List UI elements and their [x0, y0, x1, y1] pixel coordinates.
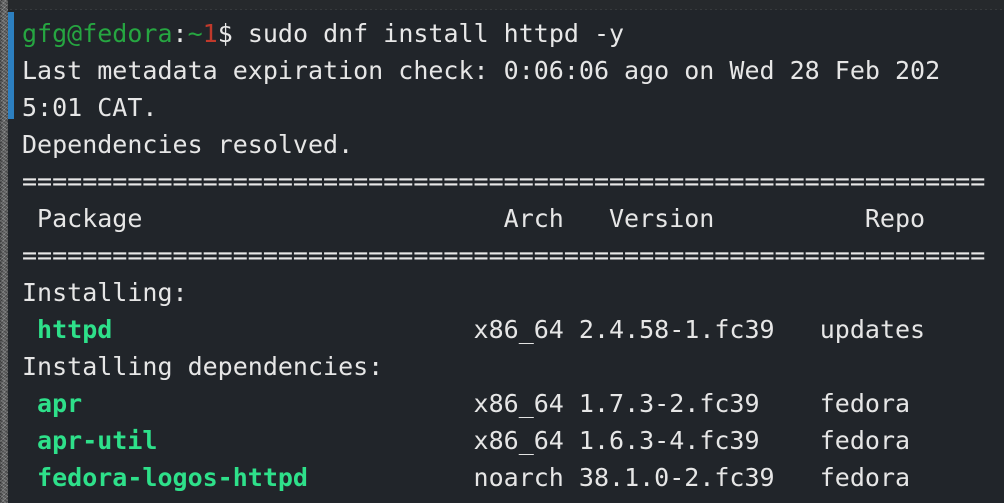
table-header-row: Package Arch Version Repo — [22, 204, 926, 233]
terminal-body[interactable]: gfg@fedora:~1$ sudo dnf install httpd -y… — [8, 10, 1004, 503]
desktop-wallpaper-edge — [0, 0, 8, 503]
package-repo: fedora — [819, 463, 911, 492]
package-arch: x86_64 — [473, 426, 564, 455]
table-row: apr-util x86_64 1.6.3-4.fc39 fedora — [22, 422, 1004, 459]
package-arch: x86_64 — [473, 389, 564, 418]
package-arch-gap — [564, 463, 579, 492]
package-version: 1.7.3-2.fc39 — [578, 389, 820, 418]
prompt-tilde: ~ — [187, 19, 203, 48]
package-arch: x86_64 — [473, 315, 564, 344]
installing-dependencies-label: Installing dependencies: — [22, 352, 384, 381]
metadata-expiration-line: Last metadata expiration check: 0:06:06 … — [22, 56, 941, 85]
table-row: httpd x86_64 2.4.58-1.fc39 updates — [22, 311, 1004, 348]
package-name: fedora-logos-httpd — [22, 463, 474, 492]
package-version: 2.4.58-1.fc39 — [578, 315, 820, 344]
terminal-screenshot: gfg@fedora:~1$ sudo dnf install httpd -y… — [0, 0, 1004, 503]
package-repo: fedora — [819, 426, 911, 455]
package-repo: updates — [819, 315, 926, 344]
installing-label: Installing: — [22, 278, 188, 307]
terminal-output: gfg@fedora:~1$ sudo dnf install httpd -y… — [22, 15, 1004, 496]
package-arch-gap — [564, 426, 579, 455]
package-repo: fedora — [819, 389, 911, 418]
package-arch-gap — [564, 389, 579, 418]
prompt-dollar-sign: $ — [217, 19, 248, 48]
prompt-job-count: 1 — [202, 19, 218, 48]
prompt-colon: : — [172, 19, 188, 48]
selection-marker-bar[interactable] — [8, 12, 14, 119]
prompt-line: gfg@fedora:~1$ sudo dnf install httpd -y — [22, 15, 1004, 52]
table-row: fedora-logos-httpd noarch 38.1.0-2.fc39 … — [22, 459, 1004, 496]
metadata-expiration-wrap: 5:01 CAT. — [22, 93, 158, 122]
table-separator-top: ========================================… — [22, 167, 986, 196]
package-name: httpd — [22, 315, 474, 344]
package-arch-gap — [564, 315, 579, 344]
table-row: apr x86_64 1.7.3-2.fc39 fedora — [22, 385, 1004, 422]
dependencies-resolved-line: Dependencies resolved. — [22, 130, 354, 159]
command-text: sudo dnf install httpd -y — [247, 19, 625, 48]
package-version: 38.1.0-2.fc39 — [578, 463, 820, 492]
package-arch: noarch — [473, 463, 564, 492]
prompt-user-host: gfg@fedora — [22, 19, 173, 48]
package-name: apr-util — [22, 426, 474, 455]
table-separator-bottom: ========================================… — [22, 241, 986, 270]
package-version: 1.6.3-4.fc39 — [578, 426, 820, 455]
package-name: apr — [22, 389, 474, 418]
